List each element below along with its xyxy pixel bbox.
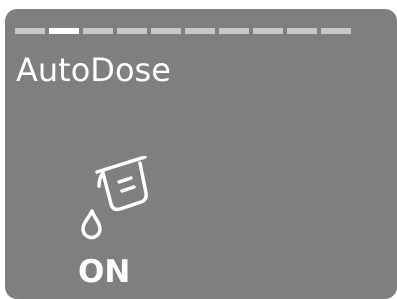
progress-segment-5 <box>151 28 181 34</box>
progress-indicator <box>15 28 351 34</box>
autodose-dispenser-icon <box>81 156 148 240</box>
page-title: AutoDose <box>16 51 171 89</box>
progress-segment-10 <box>321 28 351 34</box>
progress-segment-8 <box>253 28 283 34</box>
progress-segment-3 <box>83 28 113 34</box>
progress-segment-1 <box>15 28 45 34</box>
progress-segment-2 <box>49 28 79 34</box>
autodose-screen: AutoDose ON <box>5 9 397 299</box>
progress-segment-6 <box>185 28 215 34</box>
progress-segment-7 <box>219 28 249 34</box>
progress-segment-4 <box>117 28 147 34</box>
progress-segment-9 <box>287 28 317 34</box>
status-label: ON <box>78 254 131 290</box>
